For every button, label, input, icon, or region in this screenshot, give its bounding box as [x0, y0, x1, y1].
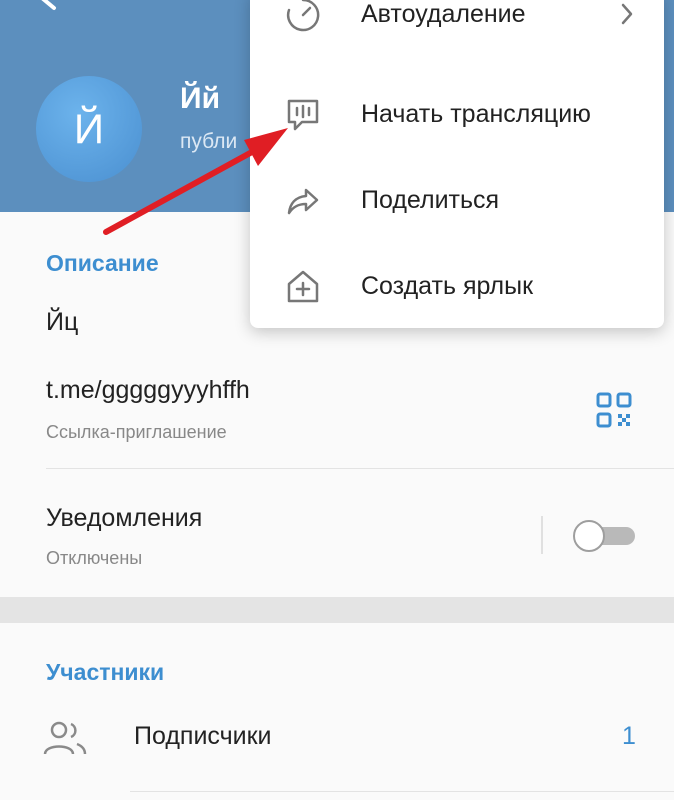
timer-icon: [286, 0, 320, 32]
menu-item-label: Поделиться: [361, 186, 500, 214]
description-text[interactable]: Йц: [46, 308, 78, 337]
section-gap: [0, 597, 674, 623]
broadcast-icon: [287, 99, 319, 131]
toggle-separator: [541, 516, 543, 554]
members-section: Участники: [0, 623, 674, 800]
subscribers-label[interactable]: Подписчики: [134, 722, 272, 751]
section-title-description: Описание: [46, 250, 159, 276]
notifications-toggle[interactable]: [573, 520, 637, 552]
invite-link[interactable]: t.me/gggggyyyhffh: [46, 376, 250, 405]
back-arrow-icon[interactable]: [36, 0, 80, 16]
menu-item-start-broadcast[interactable]: Начать трансляцию: [250, 72, 664, 158]
avatar[interactable]: Й: [36, 76, 142, 182]
notifications-status: Отключены: [46, 548, 143, 568]
menu-item-label: Создать ярлык: [361, 272, 534, 300]
menu-item-create-shortcut[interactable]: Создать ярлык: [250, 244, 664, 330]
toggle-knob: [573, 520, 605, 552]
members-icon: [43, 721, 87, 755]
channel-title: Йй: [180, 82, 221, 115]
divider: [46, 468, 674, 469]
channel-subtitle: публи: [180, 130, 238, 153]
subscribers-count: 1: [622, 722, 636, 750]
notifications-label[interactable]: Уведомления: [46, 504, 202, 533]
menu-item-label: Начать трансляцию: [361, 100, 591, 128]
add-shortcut-icon: [287, 270, 319, 303]
menu-item-label: Автоудаление: [361, 0, 526, 28]
menu-item-auto-delete[interactable]: Автоудаление: [250, 0, 664, 58]
chevron-right-icon: [621, 3, 633, 25]
qr-code-icon[interactable]: [596, 392, 632, 428]
divider: [130, 791, 674, 792]
share-icon: [287, 188, 319, 215]
invite-link-caption: Ссылка-приглашение: [46, 422, 227, 442]
overflow-menu: Автоудаление Начать трансляцию Поделитьс…: [250, 0, 664, 328]
section-title-members: Участники: [46, 659, 165, 685]
menu-item-share[interactable]: Поделиться: [250, 158, 664, 244]
